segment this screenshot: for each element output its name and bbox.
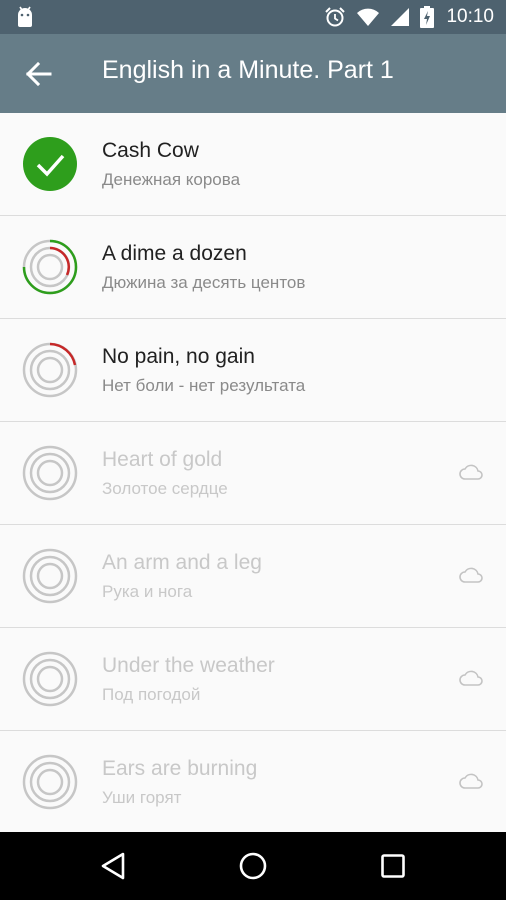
list-item-subtitle: Уши горят — [102, 788, 182, 807]
lesson-list: Cash Cow Денежная корова A dime a dozen … — [0, 113, 506, 834]
progress-rings-icon — [22, 342, 78, 398]
list-item[interactable]: An arm and a leg Рука и нога — [0, 525, 506, 628]
list-item-subtitle: Дюжина за десять центов — [102, 273, 306, 292]
cloud-icon[interactable] — [458, 565, 484, 585]
list-item[interactable]: Ears are burning Уши горят — [0, 731, 506, 834]
list-item-title: Ears are burning — [102, 757, 258, 780]
locked-rings-icon — [22, 548, 78, 604]
list-item-subtitle: Под погодой — [102, 685, 201, 704]
app-bar: English in a Minute. Part 1 — [0, 34, 506, 113]
list-item-subtitle: Рука и нога — [102, 582, 193, 601]
back-triangle-icon[interactable] — [93, 846, 133, 886]
status-time: 10:10 — [446, 6, 494, 27]
locked-rings-icon — [22, 754, 78, 810]
progress-rings-icon — [22, 239, 78, 295]
wifi-icon — [357, 8, 380, 26]
list-item-title: Cash Cow — [102, 139, 199, 162]
list-item-title: A dime a dozen — [102, 242, 247, 265]
arrow-back-icon[interactable] — [20, 55, 58, 93]
home-circle-icon[interactable] — [233, 846, 273, 886]
cloud-icon[interactable] — [458, 462, 484, 482]
battery-charging-icon — [420, 6, 435, 28]
list-item[interactable]: A dime a dozen Дюжина за десять центов — [0, 216, 506, 319]
recents-square-icon[interactable] — [373, 846, 413, 886]
android-icon — [18, 6, 32, 27]
cloud-icon[interactable] — [458, 668, 484, 688]
locked-rings-icon — [22, 651, 78, 707]
system-nav-bar — [0, 832, 506, 900]
list-item[interactable]: Under the weather Под погодой — [0, 628, 506, 731]
locked-rings-icon — [22, 445, 78, 501]
status-bar: 10:10 — [0, 0, 506, 34]
completed-check-icon — [23, 137, 77, 191]
list-item-title: Heart of gold — [102, 448, 223, 471]
list-item-subtitle: Денежная корова — [102, 170, 241, 189]
list-item-subtitle: Золотое сердце — [102, 479, 228, 498]
page-title: English in a Minute. Part 1 — [102, 56, 394, 84]
list-item-subtitle: Нет боли - нет результата — [102, 376, 306, 395]
cloud-icon[interactable] — [458, 771, 484, 791]
list-item[interactable]: Cash Cow Денежная корова — [0, 113, 506, 216]
list-item-title: An arm and a leg — [102, 551, 262, 574]
list-item[interactable]: Heart of gold Золотое сердце — [0, 422, 506, 525]
alarm-icon — [325, 7, 346, 27]
list-item-title: Under the weather — [102, 654, 275, 677]
signal-icon — [391, 8, 410, 26]
list-item-title: No pain, no gain — [102, 345, 255, 368]
list-item[interactable]: No pain, no gain Нет боли - нет результа… — [0, 319, 506, 422]
